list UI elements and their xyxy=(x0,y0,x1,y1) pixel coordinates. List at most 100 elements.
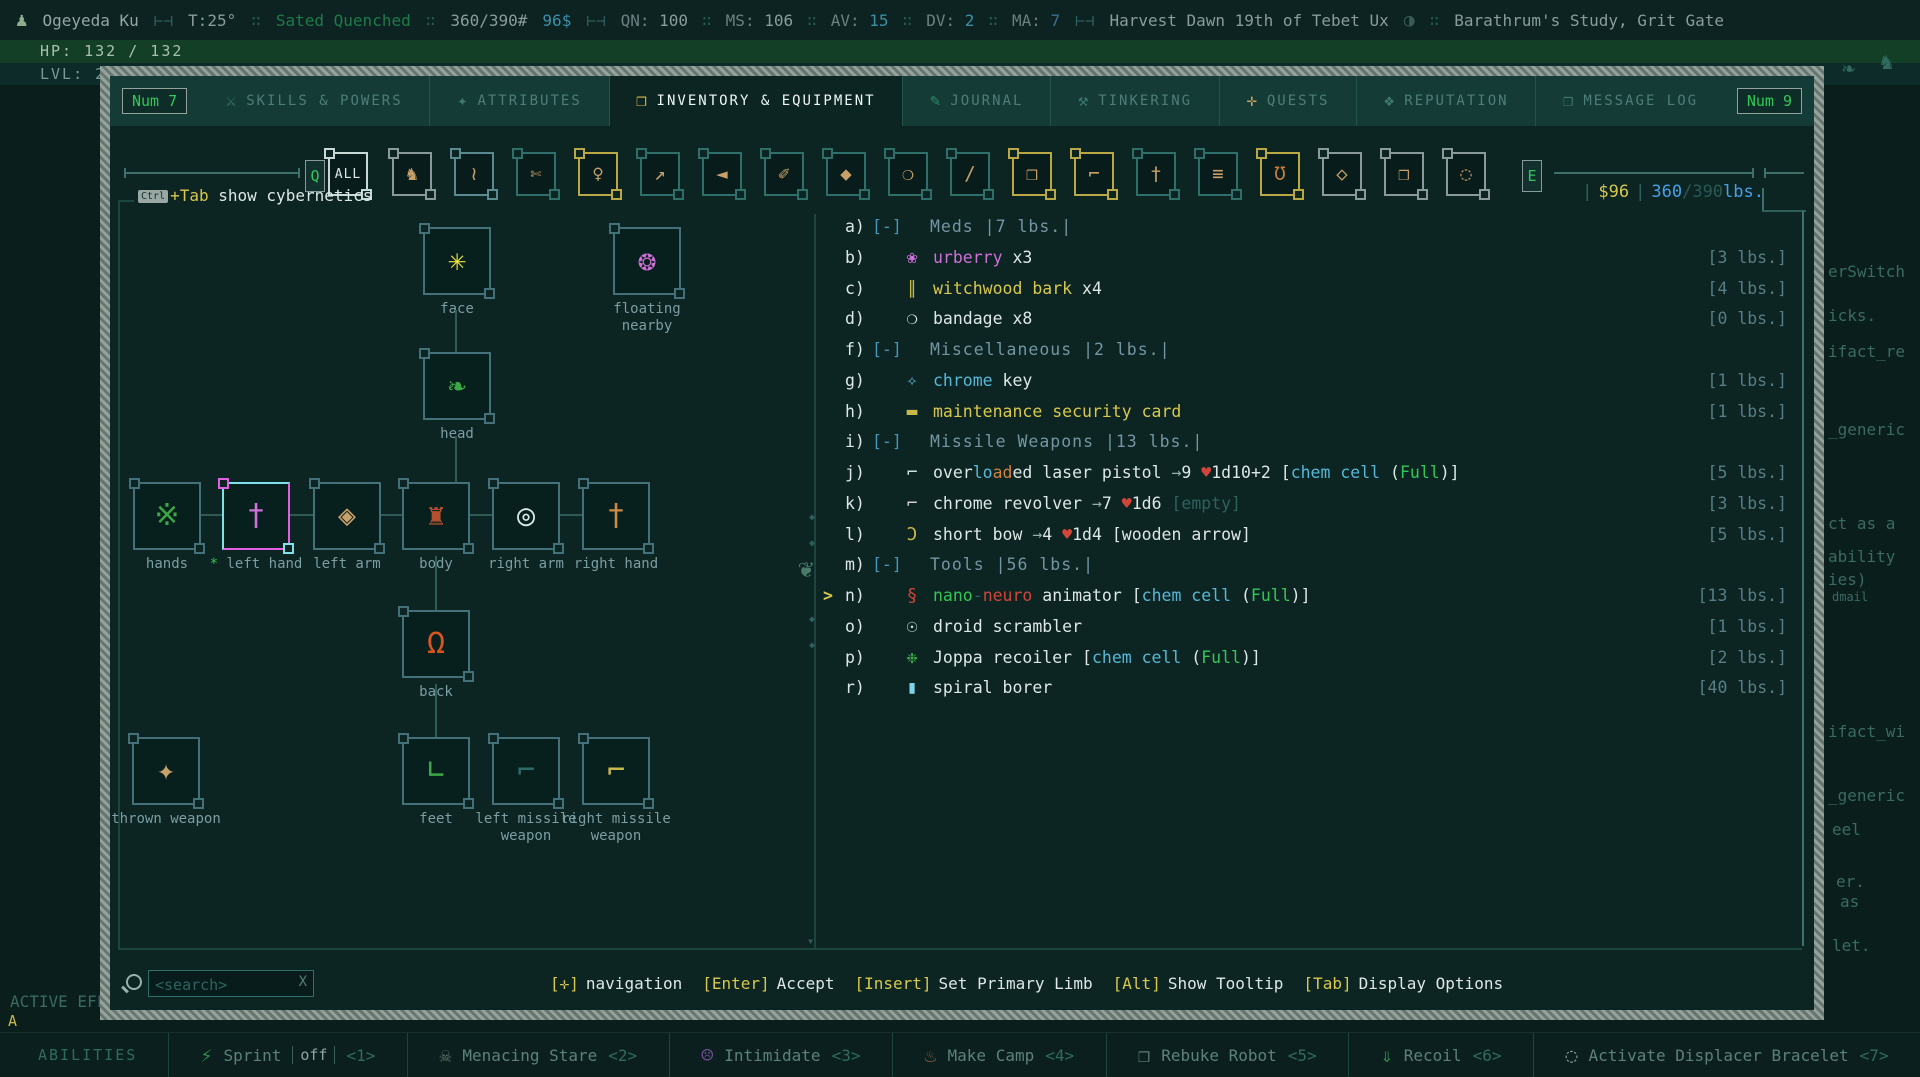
equipment-slot-hands[interactable]: ※ hands xyxy=(129,478,205,573)
filter-category-book[interactable]: ❐ xyxy=(1380,148,1428,200)
quests-icon: ✛ xyxy=(1246,91,1257,111)
filter-category-pistol[interactable]: ⌐ xyxy=(1070,148,1118,200)
collapse-toggle[interactable]: [-] xyxy=(872,426,902,457)
prev-page-key[interactable]: Num 7 xyxy=(122,88,188,114)
equipment-slot-left-arm[interactable]: ◈ left arm xyxy=(309,478,385,573)
filter-category-bag[interactable]: ❒ xyxy=(1008,148,1056,200)
section-title: Meds |7 lbs.| xyxy=(930,217,1073,236)
equipment-slot-thrown-weapon[interactable]: ✦ thrown weapon xyxy=(111,733,221,828)
tab-label: TINKERING xyxy=(1098,93,1193,109)
equipment-slot-box[interactable]: ✦ xyxy=(128,733,204,809)
equipment-slot-right-hand[interactable]: † right hand xyxy=(574,478,658,573)
equipment-slot-box[interactable]: ◈ xyxy=(309,478,385,554)
equipment-slot-box[interactable]: ※ xyxy=(129,478,205,554)
search-box[interactable]: X xyxy=(148,970,314,997)
filter-category-body-armor[interactable]: ≡ xyxy=(1194,148,1242,200)
inventory-row-g[interactable]: g) ✧ chrome key [1 lbs.] xyxy=(845,365,1792,396)
equipment-slot-box[interactable]: ∟ xyxy=(398,733,474,809)
equipment-slot-box[interactable]: ❧ xyxy=(419,348,495,424)
filter-category-food[interactable]: ❍ xyxy=(884,148,932,200)
equipment-slot-left-hand[interactable]: † * left hand xyxy=(210,478,302,573)
filter-category-thrown[interactable]: ◄ xyxy=(698,148,746,200)
ability-intimidate[interactable]: ☹ Intimidate <3> xyxy=(668,1033,892,1077)
equipment-slot-right-missile-weapon[interactable]: ⌐ right missile weapon xyxy=(561,733,671,845)
list-scroll-border[interactable] xyxy=(1802,211,1804,946)
tab-journal[interactable]: ✎ JOURNAL xyxy=(902,76,1050,126)
equipment-slot-left-missile-weapon[interactable]: ⌐ left missile weapon xyxy=(475,733,577,845)
tab-attributes[interactable]: ✦ ATTRIBUTES xyxy=(429,76,608,126)
inventory-row-n[interactable]: > n) § nano-neuro animator [chem cell (Full… xyxy=(823,580,1792,611)
inventory-row-o[interactable]: o) ☉ droid scrambler [1 lbs.] xyxy=(845,611,1792,642)
ability-sprint[interactable]: ⚡ Sprint off <1> xyxy=(168,1033,407,1077)
filter-category-natural-equipment[interactable]: ♞ xyxy=(388,148,436,200)
inventory-row-j[interactable]: j) ⌐ overloaded laser pistol →9 ♥1d10+2 [c… xyxy=(845,457,1792,488)
inventory-section-miscellaneous[interactable]: f) [-] Miscellaneous |2 lbs.| xyxy=(845,334,1792,365)
filter-category-trinket[interactable]: ◆ xyxy=(822,148,870,200)
filter-category-long-blade[interactable]: † xyxy=(1132,148,1180,200)
tab-skills-powers[interactable]: ⚔ SKILLS & POWERS xyxy=(199,76,429,126)
name-segment: [ xyxy=(1131,586,1142,605)
filter-category-gem[interactable]: ◇ xyxy=(1318,148,1366,200)
equipment-slot-box[interactable]: ❂ xyxy=(609,223,685,299)
ability-bar: ABILITIES ⚡ Sprint off <1> ☠ Menacing Stare <2… xyxy=(0,1032,1920,1077)
inventory-row-b[interactable]: b) ❀ urberry x3 [3 lbs.] xyxy=(845,242,1792,273)
equipment-slot-floating-nearby[interactable]: ❂ floating nearby xyxy=(609,223,685,335)
section-title: Tools |56 lbs.| xyxy=(930,555,1095,575)
filter-category-water-container[interactable]: Ʊ xyxy=(1256,148,1304,200)
next-page-key[interactable]: Num 9 xyxy=(1736,88,1802,114)
collapse-toggle[interactable]: [-] xyxy=(872,549,902,580)
ability-menacing-stare[interactable]: ☠ Menacing Stare <2> xyxy=(406,1033,669,1077)
filter-category-staff[interactable]: ∕ xyxy=(946,148,994,200)
tab-quests[interactable]: ✛ QUESTS xyxy=(1218,76,1356,126)
equipment-slot-box[interactable]: † xyxy=(578,478,654,554)
filter-scroll-right-key[interactable]: E xyxy=(1522,160,1542,192)
ability-rebuke-robot[interactable]: ❐ Rebuke Robot <5> xyxy=(1105,1033,1349,1077)
equipment-slot-box[interactable]: Ω xyxy=(398,606,474,682)
filter-category-ring[interactable]: ◌ xyxy=(1442,148,1490,200)
collapse-toggle[interactable]: [-] xyxy=(872,211,902,242)
ability-activate-displacer-bracelet[interactable]: ◌ Activate Displacer Bracelet <7> xyxy=(1532,1033,1920,1077)
tab-reputation[interactable]: ❖ REPUTATION xyxy=(1356,76,1535,126)
inventory-section-meds[interactable]: a) [-] Meds |7 lbs.| xyxy=(845,211,1792,242)
search-input[interactable] xyxy=(153,972,287,997)
equipment-slot-box[interactable]: ✳ xyxy=(419,223,495,299)
equipment-slot-head[interactable]: ❧ head xyxy=(419,348,495,443)
inventory-row-k[interactable]: k) ⌐ chrome revolver →7 ♥1d6 [empty] [3 lbs… xyxy=(845,488,1792,519)
inventory-row-d[interactable]: d) ❍ bandage x8 [0 lbs.] xyxy=(845,303,1792,334)
inventory-section-tools[interactable]: m) [-] Tools |56 lbs.| xyxy=(845,549,1792,580)
filter-category-short-blade[interactable]: ✐ xyxy=(760,148,808,200)
equipment-slot-box[interactable]: ♜ xyxy=(398,478,474,554)
ability-recoil[interactable]: ⇓ Recoil <6> xyxy=(1348,1033,1533,1077)
inventory-section-missile-weapons[interactable]: i) [-] Missile Weapons |13 lbs.| xyxy=(845,426,1792,457)
equipment-slot-feet[interactable]: ∟ feet xyxy=(398,733,474,828)
keyhint-key: [Enter] xyxy=(702,974,770,993)
filter-category-claw[interactable]: ✄ xyxy=(512,148,560,200)
equipment-slot-box[interactable]: ⌐ xyxy=(578,733,654,809)
item-letter: b) xyxy=(845,247,865,267)
equipment-slot-right-arm[interactable]: ◎ right arm xyxy=(488,478,564,573)
equipment-slot-face[interactable]: ✳ face xyxy=(419,223,495,318)
equipment-slot-box[interactable]: ⌐ xyxy=(488,733,564,809)
tab-tinkering[interactable]: ⚒ TINKERING xyxy=(1050,76,1219,126)
filter-category-whip[interactable]: ≀ xyxy=(450,148,498,200)
tab-inventory-equipment[interactable]: ❒ INVENTORY & EQUIPMENT xyxy=(608,76,903,126)
inventory-row-h[interactable]: h) ▬ maintenance security card [1 lbs.] xyxy=(845,396,1792,427)
filter-category-armor[interactable]: ♀ xyxy=(574,148,622,200)
location: Barathrum's Study, Grit Gate xyxy=(1454,10,1724,30)
ability-make-camp[interactable]: ♨ Make Camp <4> xyxy=(891,1033,1106,1077)
back-item-icon: Ω xyxy=(426,626,446,661)
collapse-toggle[interactable]: [-] xyxy=(872,334,902,365)
inventory-row-r[interactable]: r) ▮ spiral borer [40 lbs.] xyxy=(845,672,1792,703)
search-clear-button[interactable]: X xyxy=(299,974,307,990)
section-title: Missile Weapons |13 lbs.| xyxy=(930,432,1204,452)
moon-phase-icon: ◑ xyxy=(1403,9,1415,31)
equipment-slot-box[interactable]: ◎ xyxy=(488,478,564,554)
tab-message-log[interactable]: ❐ MESSAGE LOG xyxy=(1535,76,1725,126)
inventory-row-c[interactable]: c) ∥ witchwood bark x4 [4 lbs.] xyxy=(845,273,1792,304)
filter-category-ammo[interactable]: ↗ xyxy=(636,148,684,200)
bg-text-fragment: ifact_wi xyxy=(1828,722,1906,741)
equipment-slot-box[interactable]: † xyxy=(218,478,294,554)
inventory-row-p[interactable]: p) ❉ Joppa recoiler [chem cell (Full)] [2 l… xyxy=(845,642,1792,673)
bg-text-fragment: _generic xyxy=(1828,420,1906,439)
inventory-row-l[interactable]: l) Ɔshort bow →4 ♥1d4 [wooden arrow] [5 lb… xyxy=(845,519,1792,550)
